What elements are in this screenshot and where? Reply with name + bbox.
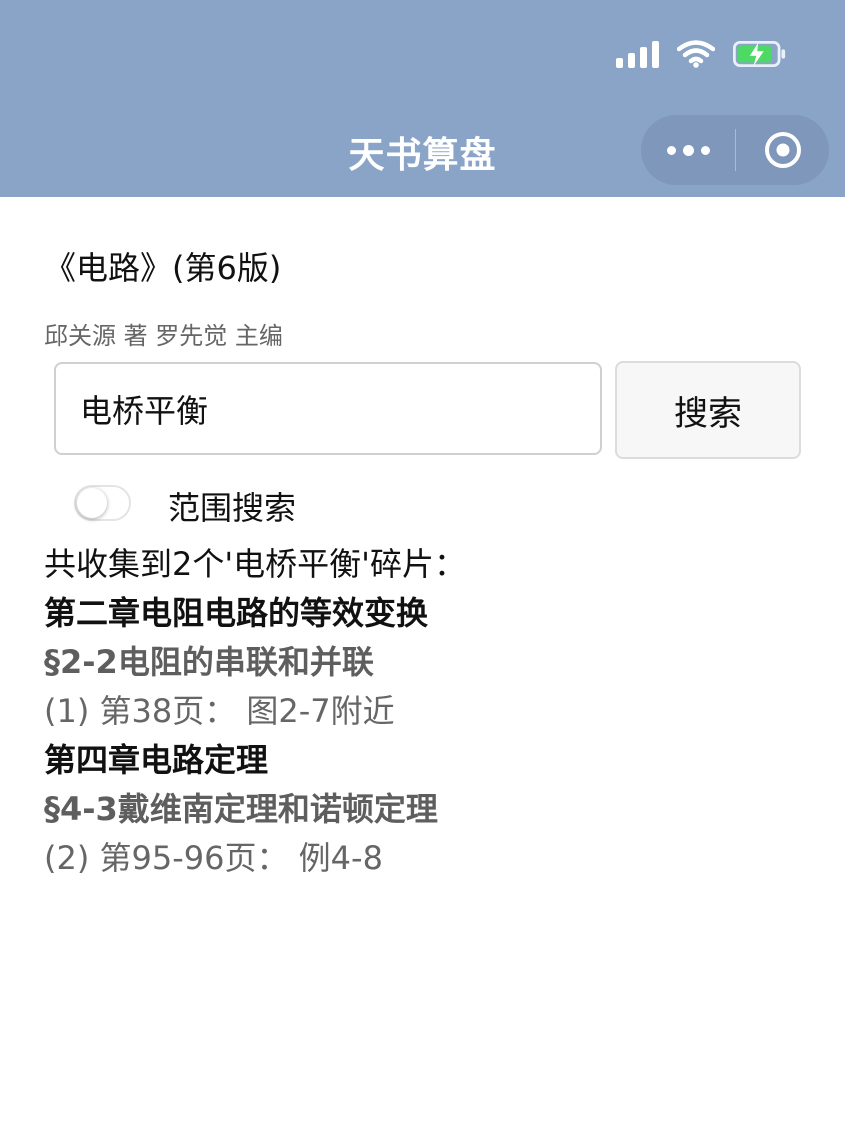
range-search-label: 范围搜索: [168, 489, 297, 527]
range-search-toggle[interactable]: [74, 485, 131, 521]
result-page-ref[interactable]: (1) 第38页： 图2-7附近: [44, 691, 804, 740]
battery-charging-icon: [733, 40, 786, 68]
signal-icon: [616, 40, 659, 68]
nav-bar: 天书算盘: [0, 0, 845, 197]
mini-program-capsule: [641, 115, 829, 185]
result-section[interactable]: §4-3戴维南定理和诺顿定理: [44, 789, 804, 838]
search-input[interactable]: [54, 362, 602, 455]
results-summary: 共收集到2个'电桥平衡'碎片：: [44, 545, 466, 583]
results-list: 共收集到2个'电桥平衡'碎片： 第二章电阻电路的等效变换 §2-2电阻的串联和并…: [44, 544, 804, 887]
search-button[interactable]: 搜索: [615, 361, 801, 459]
status-bar: [616, 40, 787, 68]
toggle-knob: [77, 488, 107, 518]
result-page-ref[interactable]: (2) 第95-96页： 例4-8: [44, 838, 804, 887]
wifi-icon: [677, 40, 715, 68]
book-authors: 邱关源 著 罗先觉 主编: [44, 322, 283, 350]
target-circle-icon[interactable]: [736, 115, 829, 185]
result-section[interactable]: §2-2电阻的串联和并联: [44, 642, 804, 691]
result-chapter: 第二章电阻电路的等效变换: [44, 594, 429, 632]
more-dots-icon[interactable]: [641, 115, 735, 185]
book-title: 《电路》(第6版): [44, 249, 282, 287]
result-chapter: 第四章电路定理: [44, 741, 269, 779]
